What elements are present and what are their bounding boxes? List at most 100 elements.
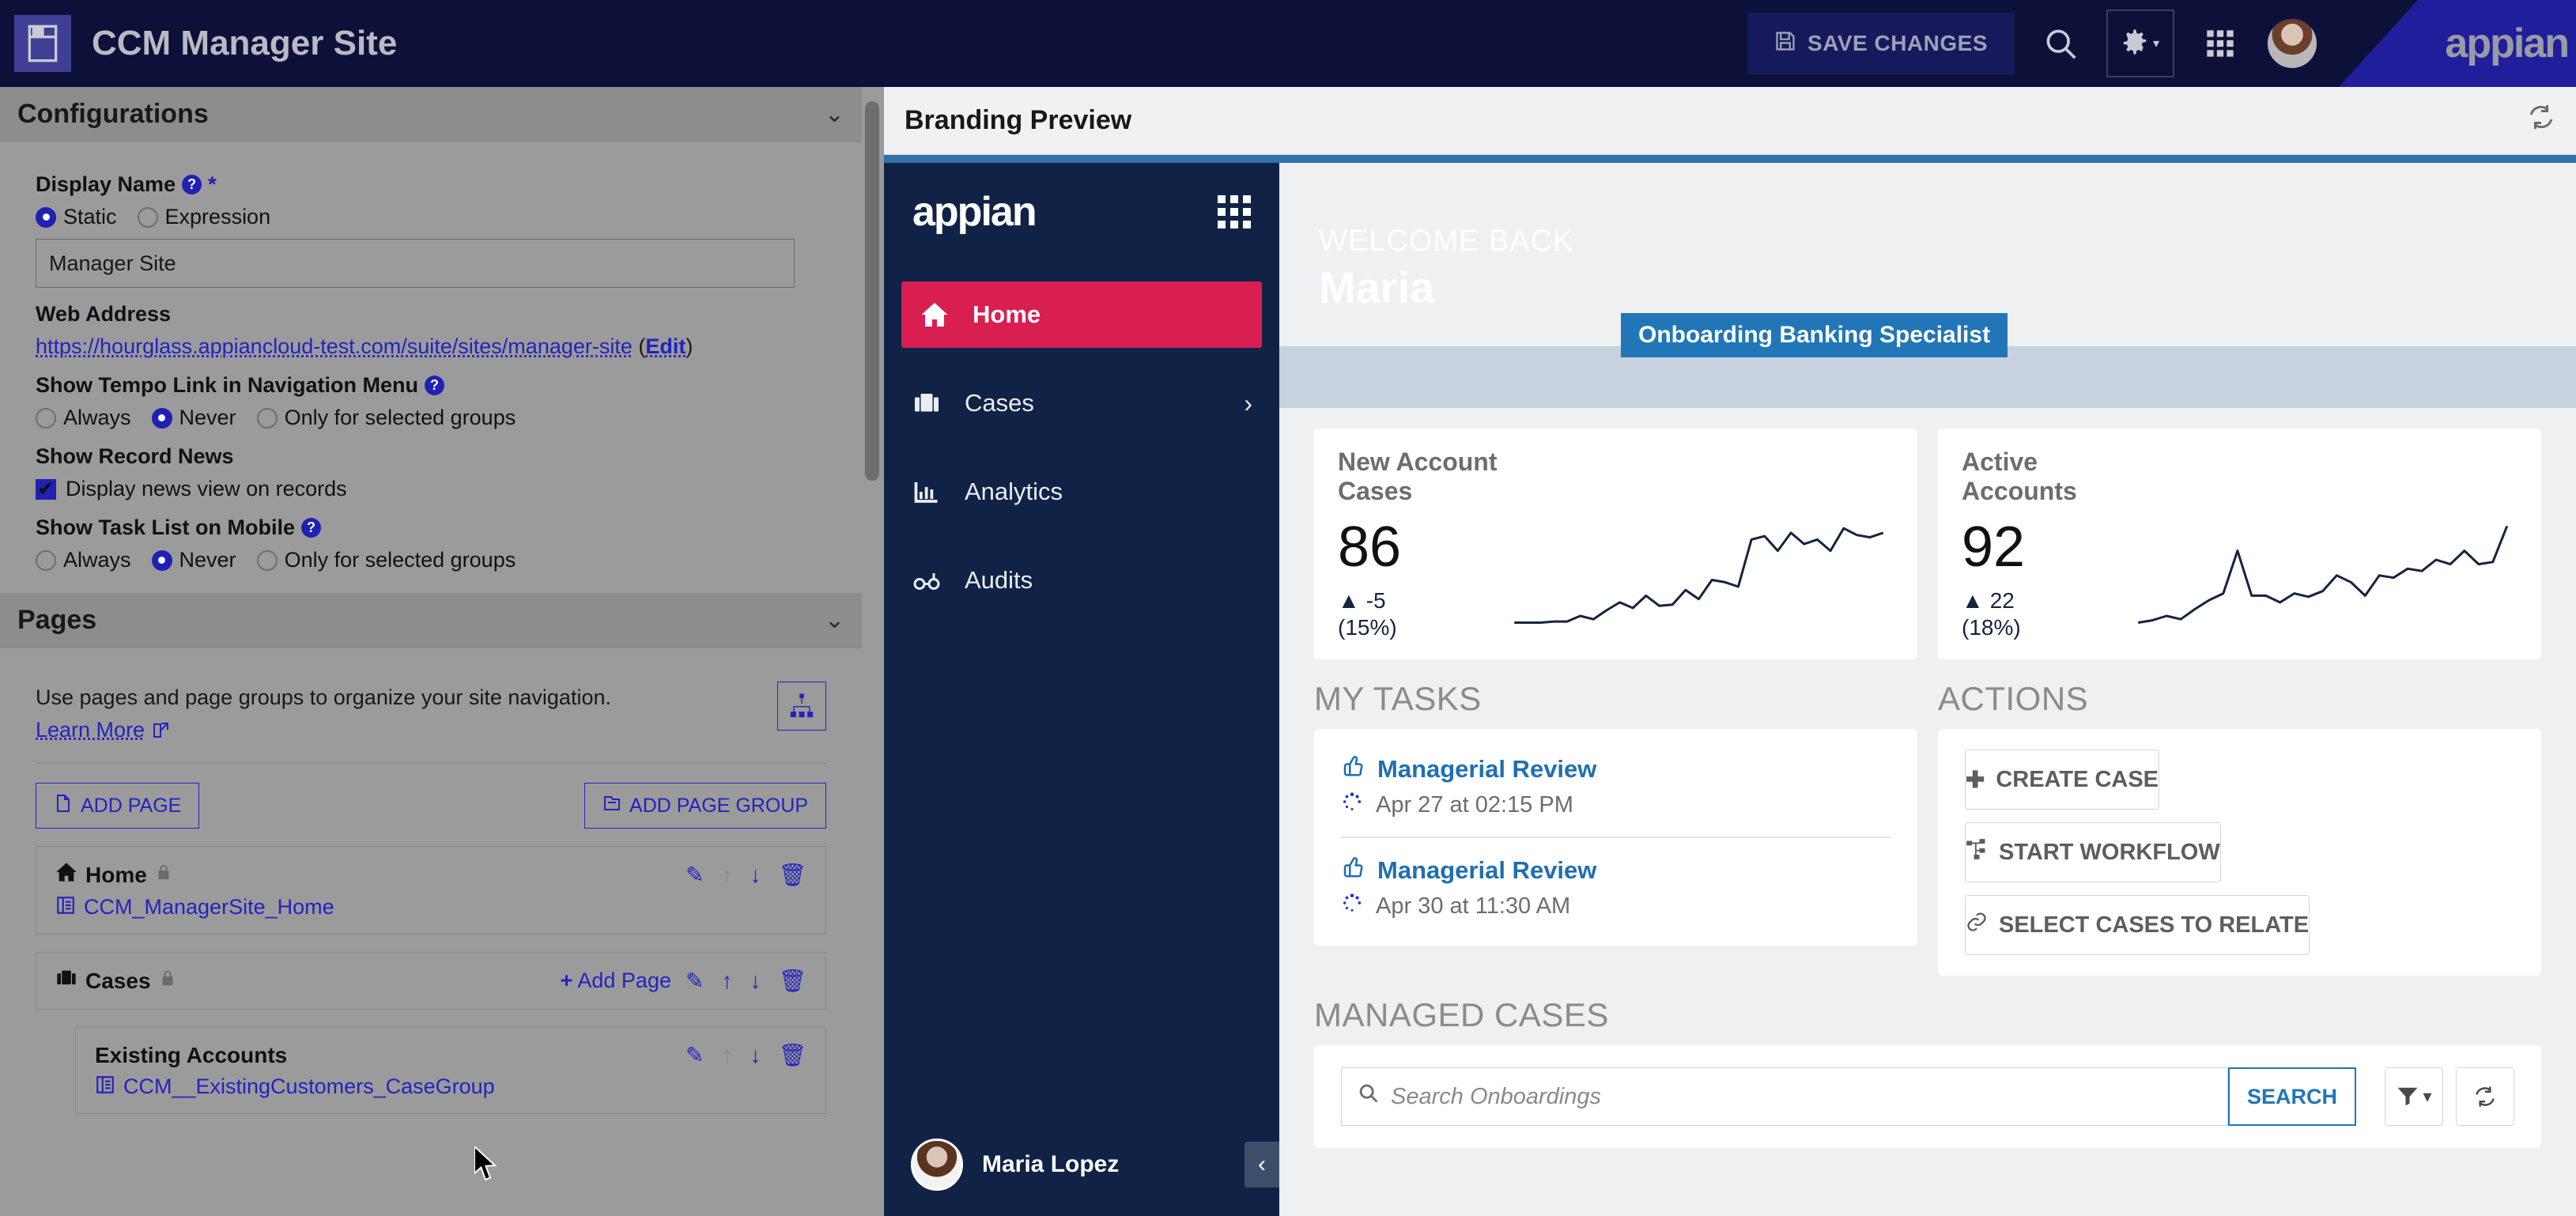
- edit-icon[interactable]: ✎: [686, 1042, 704, 1068]
- help-icon[interactable]: ?: [425, 376, 445, 395]
- page-object-link[interactable]: CCM__ExistingCustomers_CaseGroup: [123, 1074, 495, 1099]
- tasks-actions-row: MY TASKS Managerial Review Apr 27 at 02:…: [1279, 659, 2576, 976]
- delete-icon[interactable]: 🗑: [778, 1042, 806, 1068]
- my-tasks-column: MY TASKS Managerial Review Apr 27 at 02:…: [1314, 680, 1917, 976]
- divider: [36, 763, 826, 764]
- radio-task-groups[interactable]: Only for selected groups: [256, 548, 516, 572]
- chevron-down-icon[interactable]: ⌄: [825, 606, 844, 634]
- page-name: Home: [55, 861, 172, 889]
- grid-apps-icon[interactable]: [2192, 15, 2249, 72]
- page-group-item-cases[interactable]: Cases + Add Page ✎ ↑ ↓ 🗑: [36, 952, 826, 1010]
- display-news-checkbox[interactable]: ✔ Display news view on records: [36, 477, 826, 501]
- pages-section-header[interactable]: Pages ⌄: [0, 593, 862, 648]
- sidebar-item-home[interactable]: Home: [901, 281, 1262, 348]
- grid-apps-icon[interactable]: [1218, 195, 1251, 228]
- page-list-item-existing-accounts[interactable]: Existing Accounts ✎ ↑ ↓ 🗑 CCM__ExistingC…: [75, 1027, 826, 1114]
- site-url-link[interactable]: https://hourglass.appiancloud-test.com/s…: [36, 334, 633, 358]
- welcome-hero-banner: WELCOME BACK Maria Onboarding Banking Sp…: [1279, 163, 2576, 408]
- lock-icon: [155, 863, 172, 886]
- collapse-sidebar-button[interactable]: ‹: [1245, 1142, 1279, 1188]
- chevron-down-icon: ▾: [2423, 1086, 2432, 1106]
- display-name-input[interactable]: [36, 239, 795, 288]
- edit-icon[interactable]: ✎: [686, 862, 704, 888]
- radio-tempo-never[interactable]: Never: [151, 406, 236, 430]
- delete-icon[interactable]: 🗑: [778, 862, 806, 888]
- edit-url-link[interactable]: Edit: [645, 334, 686, 358]
- settings-menu-button[interactable]: ▾: [2106, 9, 2174, 77]
- kpi-card-active-accounts[interactable]: Active Accounts 92 ▲ 22 (18%): [1938, 429, 2541, 659]
- save-changes-button[interactable]: SAVE CHANGES: [1747, 13, 2015, 74]
- actions-column: ACTIONS ✚ CREATE CASE START WORKFLOW SEL…: [1938, 680, 2541, 976]
- refresh-icon[interactable]: [2527, 103, 2555, 138]
- search-icon[interactable]: [2032, 15, 2089, 72]
- move-up-icon[interactable]: ↑: [721, 863, 732, 888]
- chevron-down-icon: ▾: [2152, 37, 2160, 51]
- search-icon: [1358, 1082, 1380, 1111]
- help-icon[interactable]: ?: [182, 175, 202, 194]
- left-pane-scrollbar-thumb[interactable]: [865, 101, 879, 481]
- chevron-right-icon[interactable]: ›: [1244, 389, 1252, 418]
- site-tree-button[interactable]: [777, 682, 826, 731]
- create-case-button[interactable]: ✚ CREATE CASE: [1965, 750, 2160, 810]
- task-icon: [1341, 754, 1365, 784]
- move-up-icon[interactable]: ↑: [721, 969, 732, 994]
- delete-icon[interactable]: 🗑: [778, 968, 806, 994]
- help-icon[interactable]: ?: [301, 518, 322, 538]
- radio-dot: [36, 206, 56, 228]
- task-name[interactable]: Managerial Review: [1341, 855, 1890, 886]
- briefcase-icon: [55, 967, 77, 995]
- managed-cases-section: MANAGED CASES Search Onboardings SEARCH: [1279, 976, 2576, 1148]
- refresh-icon[interactable]: [2456, 1067, 2514, 1126]
- briefcase-icon: [911, 389, 942, 417]
- checkmark-icon: ✔: [36, 477, 56, 500]
- configuration-pane: Configurations ⌄ Display Name ? * Static…: [0, 87, 862, 1216]
- move-down-icon[interactable]: ↓: [750, 863, 761, 888]
- task-item[interactable]: Managerial Review Apr 27 at 02:15 PM: [1341, 737, 1890, 836]
- add-page-inline-button[interactable]: + Add Page: [561, 969, 671, 993]
- search-input[interactable]: Search Onboardings: [1341, 1067, 2228, 1126]
- chevron-down-icon[interactable]: ⌄: [825, 100, 844, 128]
- radio-tempo-groups[interactable]: Only for selected groups: [256, 406, 516, 430]
- sidebar-item-analytics[interactable]: Analytics: [884, 459, 1279, 525]
- select-cases-to-relate-button[interactable]: SELECT CASES TO RELATE: [1965, 895, 2310, 955]
- radio-static[interactable]: Static: [36, 205, 117, 229]
- sidebar-item-audits[interactable]: Audits: [884, 547, 1279, 614]
- filter-icon[interactable]: ▾: [2385, 1067, 2443, 1126]
- configurations-section-header[interactable]: Configurations ⌄: [0, 87, 862, 142]
- preview-user-profile[interactable]: Maria Lopez: [884, 1113, 1279, 1216]
- gear-icon: [2121, 28, 2148, 59]
- start-workflow-button[interactable]: START WORKFLOW: [1965, 822, 2221, 882]
- kpi-card-new-account-cases[interactable]: New Account Cases 86 ▲ -5 (15%): [1314, 429, 1917, 659]
- kpi-value: 92: [1962, 515, 2026, 579]
- radio-task-never[interactable]: Never: [151, 548, 236, 572]
- move-down-icon[interactable]: ↓: [750, 969, 761, 994]
- preview-sidebar: appian Home Cases › Analytics Audits Mar…: [884, 163, 1279, 1216]
- radio-tempo-always[interactable]: Always: [36, 406, 131, 430]
- page-object-link[interactable]: CCM_ManagerSite_Home: [84, 895, 334, 920]
- radio-dot: [256, 407, 278, 429]
- edit-icon[interactable]: ✎: [686, 968, 704, 994]
- user-avatar[interactable]: [2266, 17, 2318, 70]
- actions-card: ✚ CREATE CASE START WORKFLOW SELECT CASE…: [1938, 729, 2541, 976]
- actions-title: ACTIONS: [1938, 680, 2089, 717]
- sidebar-item-label: Analytics: [965, 478, 1063, 505]
- save-icon: [1774, 30, 1796, 58]
- add-page-button[interactable]: ADD PAGE: [36, 783, 200, 829]
- top-app-bar: CCM Manager Site SAVE CHANGES ▾ appian: [0, 0, 2576, 87]
- interface-icon: [95, 1074, 115, 1099]
- search-button[interactable]: SEARCH: [2227, 1067, 2356, 1126]
- radio-task-always[interactable]: Always: [36, 548, 131, 572]
- task-item[interactable]: Managerial Review Apr 30 at 11:30 AM: [1341, 838, 1890, 938]
- role-badge: Onboarding Banking Specialist: [1621, 313, 2008, 357]
- move-down-icon[interactable]: ↓: [750, 1043, 761, 1068]
- pending-spinner-icon: [1341, 791, 1363, 819]
- add-page-group-button[interactable]: ADD PAGE GROUP: [584, 783, 826, 829]
- move-up-icon[interactable]: ↑: [721, 1043, 732, 1068]
- learn-more-link[interactable]: Learn More: [36, 718, 145, 742]
- kpi-sparkline-new-account-cases: [1504, 448, 1894, 640]
- task-name[interactable]: Managerial Review: [1341, 754, 1890, 784]
- app-bar-actions: SAVE CHANGES ▾ appian: [1747, 0, 2576, 87]
- page-list-item-home[interactable]: Home ✎ ↑ ↓ 🗑 CCM_ManagerSite_Home: [36, 846, 826, 935]
- radio-expression[interactable]: Expression: [137, 205, 270, 229]
- sidebar-item-cases[interactable]: Cases ›: [884, 370, 1279, 436]
